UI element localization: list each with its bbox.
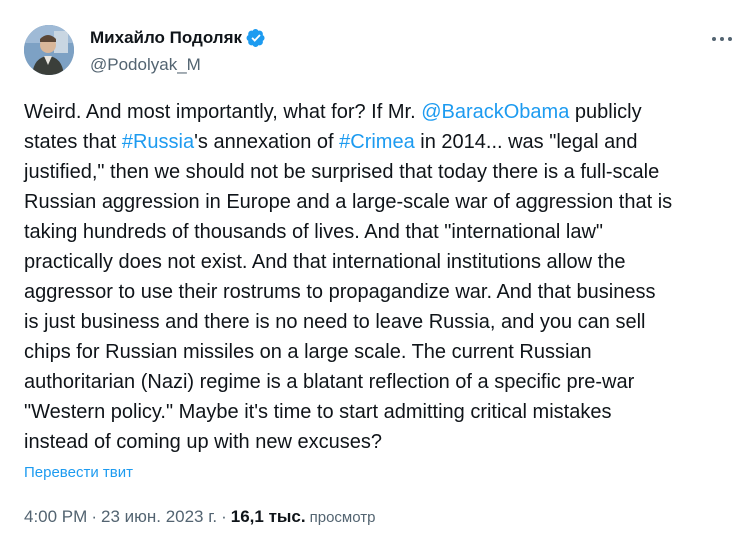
tweet-date[interactable]: 23 июн. 2023 г. (101, 507, 217, 527)
translate-tweet-link[interactable]: Перевести твит (24, 464, 133, 481)
meta-separator: · (221, 507, 227, 526)
handle[interactable]: @Podolyak_M (90, 55, 266, 75)
views-label: просмотр (309, 509, 376, 526)
tweet-time[interactable]: 4:00 PM (24, 507, 87, 527)
author-block: Михайло Подоляк @Podolyak_M (90, 28, 266, 75)
more-options-icon[interactable] (708, 30, 738, 48)
avatar[interactable] (24, 25, 74, 75)
verified-badge-icon[interactable] (246, 28, 266, 48)
mention-barackobama[interactable]: @BarackObama (421, 101, 569, 123)
name-row: Михайло Подоляк (90, 28, 266, 48)
hashtag-russia[interactable]: #Russia (122, 131, 194, 153)
avatar-photo (24, 25, 74, 75)
views-count: 16,1 тыс. (230, 507, 306, 526)
tweet-text-part: in 2014... was "legal and justified," th… (24, 131, 673, 453)
tweet-text: Weird. And most importantly, what for? I… (24, 97, 730, 457)
display-name[interactable]: Михайло Подоляк (90, 28, 242, 48)
hashtag-crimea[interactable]: #Crimea (339, 131, 415, 153)
meta-separator: · (91, 507, 97, 526)
tweet-meta: 4:00 PM · 23 июн. 2023 г. · 16,1 тыс. пр… (24, 507, 375, 527)
tweet-text-part: 's annexation of (194, 131, 340, 153)
tweet-text-part: Weird. And most importantly, what for? I… (24, 101, 422, 123)
